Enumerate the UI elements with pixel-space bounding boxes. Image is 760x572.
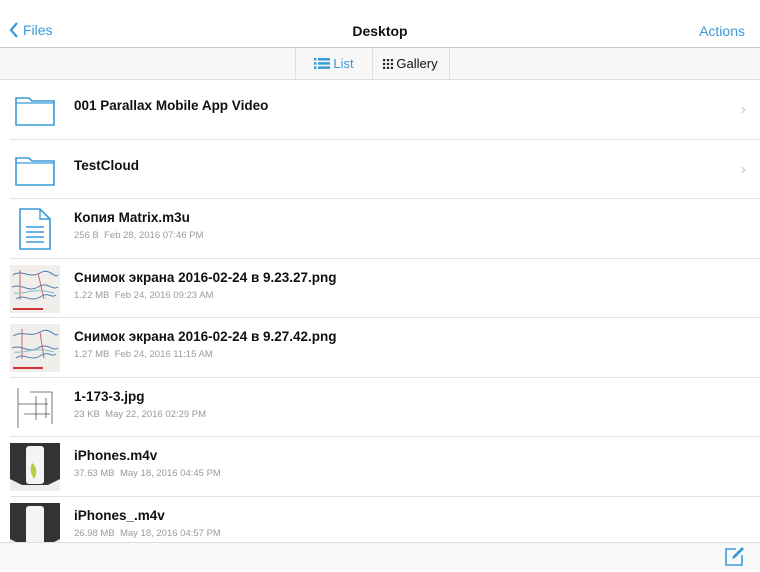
list-item[interactable]: 1-173-3.jpg 23 KB May 22, 2016 02:29 PM	[10, 378, 760, 437]
item-meta: 256 B Feb 28, 2016 07:46 PM	[74, 230, 204, 241]
item-meta: 37.63 MB May 18, 2016 04:45 PM	[74, 468, 221, 479]
image-thumbnail	[10, 383, 60, 432]
navigation-bar: Files Desktop Actions	[0, 0, 760, 48]
list-item[interactable]: Копия Matrix.m3u 256 B Feb 28, 2016 07:4…	[10, 199, 760, 259]
item-name: TestCloud	[74, 157, 139, 173]
page-title: Desktop	[352, 23, 408, 39]
item-meta: 1.22 MB Feb 24, 2016 09:23 AM	[74, 289, 214, 301]
chevron-right-icon: ›	[740, 101, 746, 118]
list-item[interactable]: Снимок экрана 2016-02-24 в 9.23.27.png 1…	[10, 259, 760, 318]
item-name: Копия Matrix.m3u	[74, 210, 190, 225]
gallery-label: Gallery	[396, 56, 438, 71]
video-thumbnail	[10, 502, 60, 542]
bottom-toolbar	[0, 542, 760, 570]
compose-icon	[725, 547, 744, 566]
list-icon	[314, 58, 331, 69]
list-label: List	[333, 56, 354, 71]
grid-icon	[383, 58, 394, 69]
folder-icon	[10, 146, 60, 194]
item-name: iPhones.m4v	[74, 448, 158, 463]
list-item[interactable]: iPhones_.m4v 26.98 MB May 18, 2016 04:57…	[10, 497, 760, 542]
list-item[interactable]: 001 Parallax Mobile App Video ›	[10, 80, 760, 140]
chevron-right-icon: ›	[740, 160, 746, 178]
file-list: 001 Parallax Mobile App Video › TestClou…	[0, 80, 760, 542]
compose-button[interactable]	[724, 546, 746, 572]
gallery-view-tab[interactable]: Gallery	[372, 48, 450, 79]
document-icon	[10, 205, 60, 253]
folder-icon	[10, 86, 60, 134]
item-name: iPhones_.m4v	[74, 507, 165, 523]
actions-button[interactable]: Actions	[699, 23, 745, 39]
item-meta: 26.98 MB May 18, 2016 04:57 PM	[74, 527, 221, 539]
item-name: Снимок экрана 2016-02-24 в 9.23.27.png	[74, 269, 337, 285]
item-name: 001 Parallax Mobile App Video	[74, 98, 269, 113]
list-view-tab[interactable]: List	[295, 48, 373, 79]
list-item[interactable]: Снимок экрана 2016-02-24 в 9.27.42.png 1…	[10, 318, 760, 378]
item-meta: 1.27 MB Feb 24, 2016 11:15 AM	[74, 349, 213, 360]
view-mode-bar: List Gallery	[0, 48, 760, 80]
item-name: 1-173-3.jpg	[74, 388, 145, 404]
image-thumbnail	[10, 264, 60, 313]
list-item[interactable]: TestCloud ›	[10, 140, 760, 199]
item-meta: 23 KB May 22, 2016 02:29 PM	[74, 408, 207, 420]
item-name: Снимок экрана 2016-02-24 в 9.27.42.png	[74, 329, 337, 344]
image-thumbnail	[10, 324, 60, 372]
list-item[interactable]: iPhones.m4v 37.63 MB May 18, 2016 04:45 …	[10, 437, 760, 497]
video-thumbnail	[10, 443, 60, 491]
